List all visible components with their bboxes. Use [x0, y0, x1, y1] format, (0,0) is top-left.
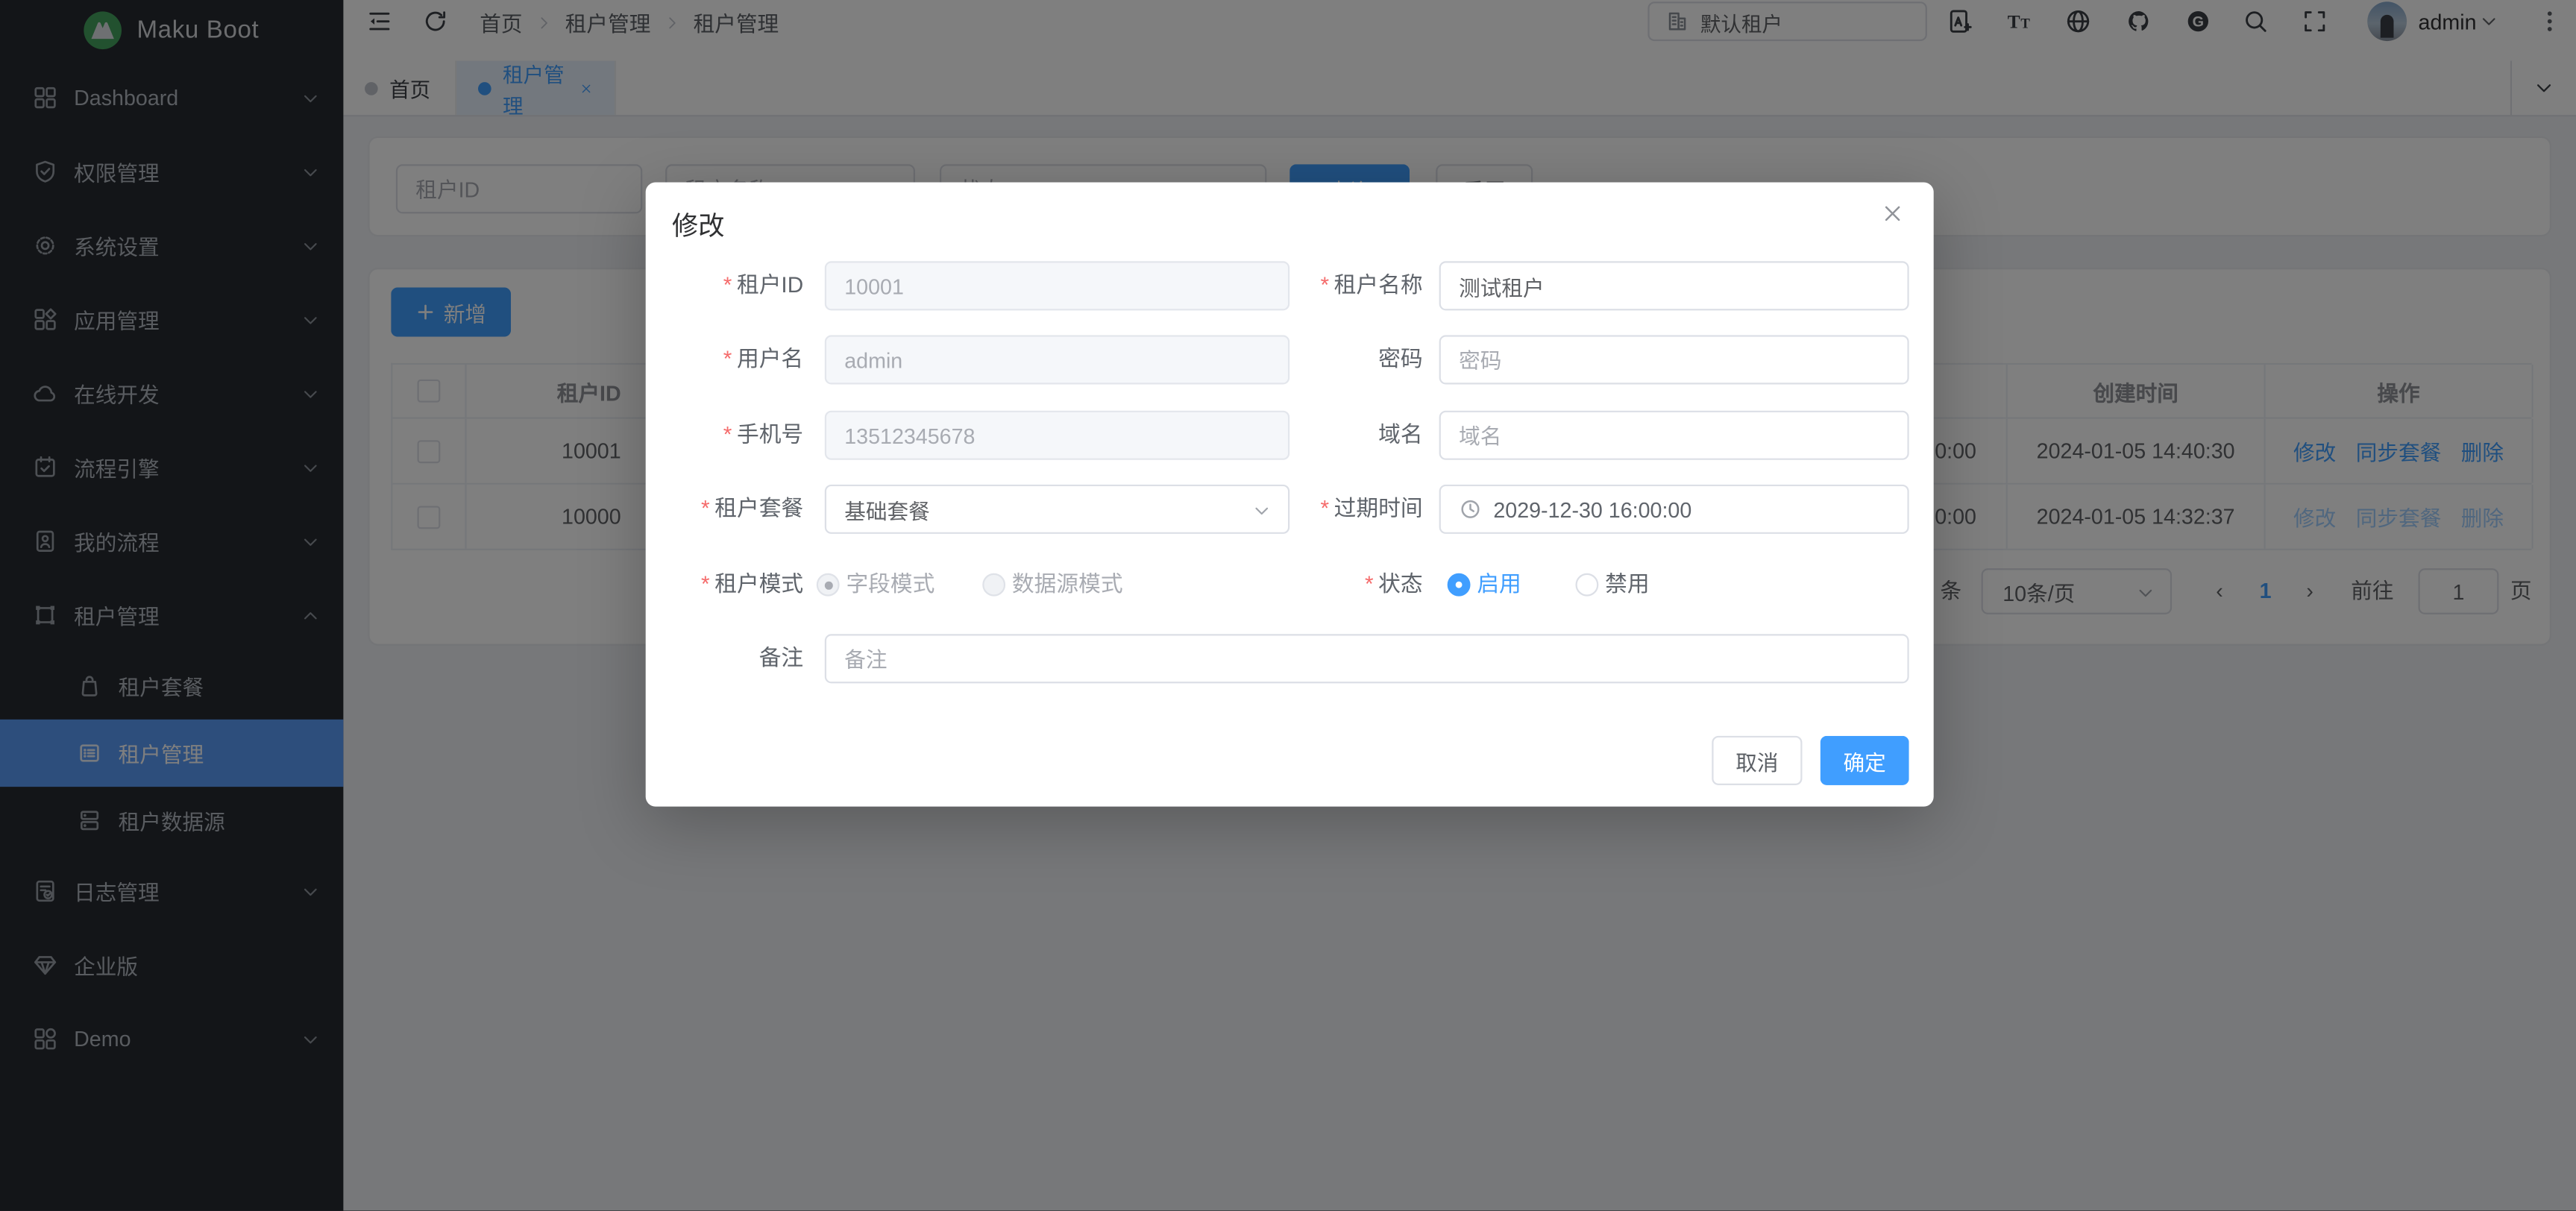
mode-datasource-radio-label[interactable]: 数据源模式 [1012, 559, 1123, 611]
expire-label: *过期时间 [1225, 485, 1422, 534]
confirm-button[interactable]: 确定 [1821, 736, 1909, 785]
close-icon[interactable] [1881, 202, 1904, 225]
domain-input[interactable] [1439, 411, 1909, 460]
username-input[interactable] [825, 335, 1289, 384]
username-label: *用户名 [646, 335, 803, 384]
phone-input[interactable] [825, 411, 1289, 460]
status-disabled-radio-label[interactable]: 禁用 [1605, 559, 1649, 611]
app-viewport: Maku Boot Dashboard权限管理系统设置应用管理在线开发流程引擎我… [0, 0, 2576, 1210]
package-select[interactable]: 基础套餐 [825, 485, 1289, 534]
cancel-button-label: 取消 [1735, 745, 1778, 776]
mode-field-radio-label[interactable]: 字段模式 [846, 559, 934, 611]
status-enabled-radio-label[interactable]: 启用 [1477, 559, 1521, 611]
expire-time-value: 2029-12-30 16:00:00 [1493, 497, 1691, 521]
mode-label: *租户模式 [646, 559, 803, 608]
remark-label: 备注 [646, 634, 803, 683]
cancel-button[interactable]: 取消 [1712, 736, 1802, 785]
password-label: 密码 [1225, 335, 1422, 384]
status-disabled-radio[interactable] [1575, 573, 1598, 597]
tenant-name-label: *租户名称 [1225, 261, 1422, 310]
tenant-id-input[interactable] [825, 261, 1289, 310]
tenant-name-input[interactable] [1439, 261, 1909, 310]
status-enabled-radio[interactable] [1448, 573, 1471, 597]
password-input[interactable] [1439, 335, 1909, 384]
status-label: *状态 [1225, 559, 1422, 608]
domain-label: 域名 [1225, 411, 1422, 460]
package-label: *租户套餐 [646, 485, 803, 534]
mode-datasource-radio[interactable] [982, 573, 1005, 597]
confirm-button-label: 确定 [1844, 745, 1886, 776]
package-select-value: 基础套餐 [844, 494, 930, 525]
remark-input[interactable] [825, 634, 1909, 683]
dialog-title: 修改 [672, 204, 725, 243]
phone-label: *手机号 [646, 411, 803, 460]
clock-icon [1459, 497, 1482, 520]
tenant-id-label: *租户ID [646, 261, 803, 310]
mode-field-radio[interactable] [817, 573, 840, 597]
expire-time-input[interactable]: 2029-12-30 16:00:00 [1439, 485, 1909, 534]
edit-tenant-dialog: 修改 *租户ID *租户名称 *用户名 密码 *手机号 域名 *租户套餐 基础套 [646, 183, 1934, 807]
